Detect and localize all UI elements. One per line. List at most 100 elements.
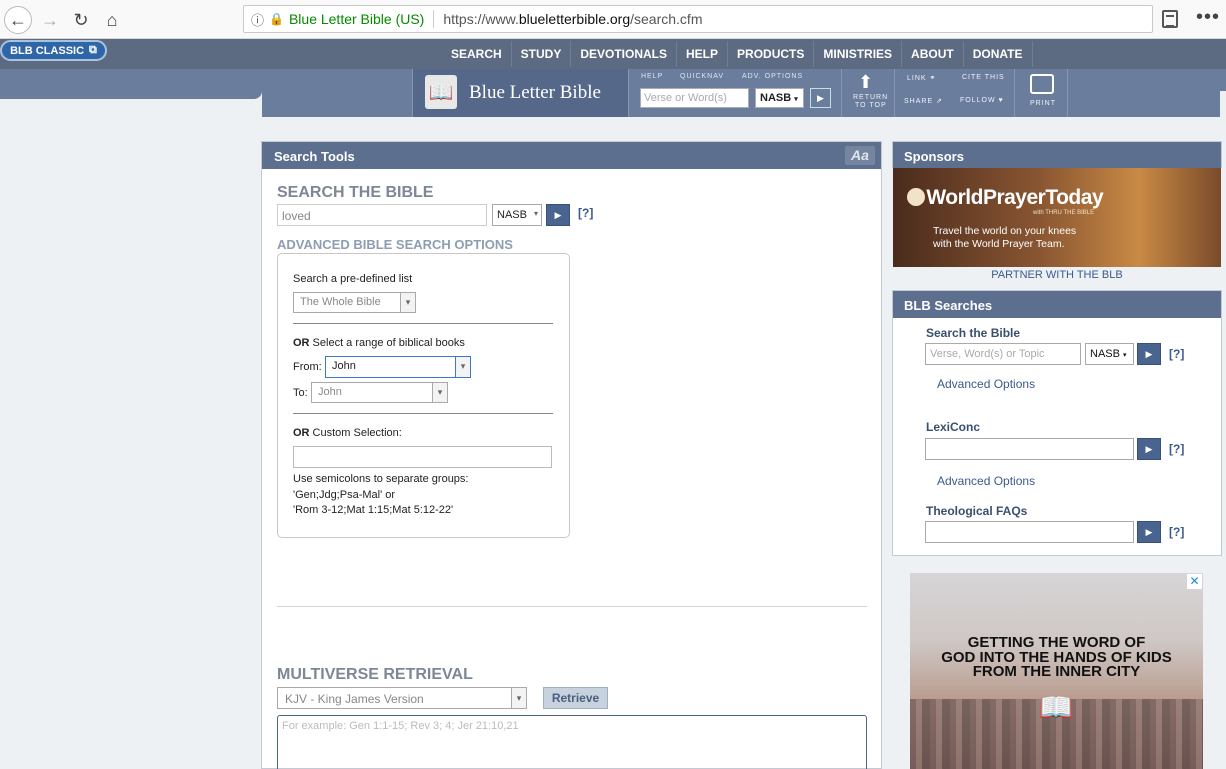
nav-ministries[interactable]: MINISTRIES bbox=[814, 41, 903, 67]
nav-products[interactable]: PRODUCTS bbox=[728, 41, 815, 67]
faq-label: Theological FAQs bbox=[926, 504, 1028, 518]
url-text[interactable]: https://www.blueletterbible.org/search.c… bbox=[443, 11, 702, 27]
banner-curve bbox=[0, 91, 262, 117]
link-button[interactable]: LINK ⚭ bbox=[907, 74, 936, 82]
search-tools-panel: Search Tools Aa SEARCH THE BIBLE loved N… bbox=[261, 141, 882, 769]
side-search-input[interactable]: Verse, Word(s) or Topic bbox=[925, 343, 1081, 365]
reader-view-icon[interactable] bbox=[1162, 10, 1178, 28]
divider bbox=[293, 323, 553, 324]
back-icon[interactable]: ← bbox=[4, 6, 32, 34]
bible-search-input[interactable]: loved bbox=[277, 204, 487, 226]
url-separator bbox=[433, 10, 435, 28]
custom-help-1: Use semicolons to separate groups: bbox=[293, 473, 469, 485]
home-icon[interactable]: ⌂ bbox=[98, 6, 126, 34]
search-help-link[interactable]: [?] bbox=[578, 206, 593, 220]
quick-search-go-button[interactable]: ▶ bbox=[810, 88, 831, 108]
faq-go-button[interactable]: ▶ bbox=[1137, 521, 1161, 543]
nav-donate[interactable]: DONATE bbox=[964, 41, 1033, 67]
nav-about[interactable]: ABOUT bbox=[902, 41, 964, 67]
close-icon[interactable]: ✕ bbox=[1187, 574, 1202, 589]
font-size-toggle[interactable]: Aa bbox=[845, 146, 875, 165]
sponsors-header: Sponsors bbox=[893, 142, 1221, 169]
more-menu-icon[interactable]: ••• bbox=[1196, 6, 1220, 29]
follow-button[interactable]: FOLLOW ♥ bbox=[960, 97, 1004, 104]
faq-input[interactable] bbox=[925, 521, 1134, 543]
search-tools-header: Search Tools Aa bbox=[262, 142, 881, 169]
top-label: TO TOP bbox=[855, 102, 887, 109]
from-book-select[interactable]: John ▾ bbox=[325, 356, 471, 378]
nav-search[interactable]: SEARCH bbox=[442, 41, 512, 67]
print-label: PRINT bbox=[1030, 100, 1056, 107]
qs-quicknav-link[interactable]: QUICKNAV bbox=[680, 73, 724, 80]
print-button[interactable]: PRINT bbox=[1016, 69, 1068, 117]
ad-small-text: with THRU THE BIBLE bbox=[1033, 210, 1095, 216]
search-go-button[interactable]: ▶ bbox=[546, 204, 570, 226]
bible-version-select[interactable]: NASB bbox=[492, 204, 542, 226]
search-bible-label: Search the Bible bbox=[926, 326, 1021, 340]
bible-logo-icon: 📖 bbox=[425, 75, 457, 109]
quick-version-select[interactable]: NASB ▾ bbox=[755, 88, 804, 108]
blb-classic-button[interactable]: BLB CLASSIC ⧉ bbox=[0, 40, 107, 61]
side-version-select[interactable]: NASB ▾ bbox=[1085, 343, 1134, 365]
predefined-list-select[interactable]: The Whole Bible ▾ bbox=[293, 292, 416, 313]
main-nav: SEARCH STUDY DEVOTIONALS HELP PRODUCTS M… bbox=[442, 41, 1033, 67]
lexiconc-help[interactable]: [?] bbox=[1169, 442, 1184, 456]
to-label: To: bbox=[293, 387, 308, 399]
world-prayer-today-ad[interactable]: WorldPrayerToday with THRU THE BIBLE Tra… bbox=[893, 168, 1221, 267]
divider bbox=[293, 413, 553, 414]
external-link-icon: ⧉ bbox=[89, 44, 97, 56]
forward-icon[interactable]: → bbox=[36, 6, 64, 34]
inner-city-kids-ad[interactable]: GETTING THE WORD OF GOD INTO THE HANDS OF… bbox=[910, 573, 1203, 769]
lexiconc-advanced-link[interactable]: Advanced Options bbox=[937, 474, 1035, 488]
multiverse-textarea[interactable]: For example: Gen 1:1-15; Rev 3; 4; Jer 2… bbox=[277, 715, 867, 769]
share-tools: LINK ⚭ CITE THIS SHARE ⇗ FOLLOW ♥ bbox=[896, 69, 1015, 117]
retrieve-button[interactable]: Retrieve bbox=[543, 687, 608, 709]
multiverse-version-select[interactable]: KJV - King James Version ▾ bbox=[277, 687, 527, 709]
partner-link[interactable]: PARTNER WITH THE BLB bbox=[893, 269, 1221, 281]
from-label: From: bbox=[293, 361, 322, 373]
lexiconc-go-button[interactable]: ▶ bbox=[1137, 438, 1161, 460]
side-search-help[interactable]: [?] bbox=[1169, 347, 1184, 361]
lock-icon: 🔒 bbox=[269, 12, 284, 26]
chevron-down-icon: ▾ bbox=[432, 383, 447, 402]
lexiconc-input[interactable] bbox=[925, 438, 1134, 460]
cite-button[interactable]: CITE THIS bbox=[962, 74, 1005, 81]
nav-study[interactable]: STUDY bbox=[512, 41, 572, 67]
custom-help-2: 'Gen;Jdg;Psa-Mal' or bbox=[293, 489, 396, 501]
faq-help[interactable]: [?] bbox=[1169, 525, 1184, 539]
qs-adv-options-link[interactable]: ADV. OPTIONS bbox=[742, 73, 803, 80]
ad-title: WorldPrayerToday bbox=[926, 186, 1104, 209]
quick-search-input[interactable]: Verse or Word(s) bbox=[640, 88, 749, 108]
info-icon[interactable]: ⓘ bbox=[251, 10, 269, 29]
site-identity: Blue Letter Bible (US) bbox=[288, 11, 425, 27]
share-button[interactable]: SHARE ⇗ bbox=[904, 97, 943, 105]
advanced-options-heading: ADVANCED BIBLE SEARCH OPTIONS bbox=[277, 237, 513, 252]
return-label: RETURN bbox=[853, 94, 889, 101]
section-divider bbox=[277, 606, 867, 607]
arrow-up-icon: ⬆ bbox=[858, 72, 874, 92]
to-book-select[interactable]: John ▾ bbox=[311, 382, 448, 403]
chevron-down-icon: ▾ bbox=[400, 293, 415, 312]
ad-subtitle: Travel the world on your knees with the W… bbox=[933, 225, 1077, 250]
custom-selection-input[interactable] bbox=[293, 446, 552, 468]
multiverse-heading: MULTIVERSE RETRIEVAL bbox=[277, 666, 473, 683]
address-bar[interactable]: ⓘ 🔒 Blue Letter Bible (US) https://www.b… bbox=[243, 5, 1153, 33]
custom-label: OR Custom Selection: bbox=[293, 427, 402, 439]
custom-help-3: 'Rom 3-12;Mat 1:15;Mat 5:12-22' bbox=[293, 504, 454, 516]
banner-edge bbox=[1220, 91, 1226, 117]
logo-text: Blue Letter Bible bbox=[469, 82, 601, 103]
reload-icon[interactable]: ↻ bbox=[67, 6, 95, 34]
nav-help[interactable]: HELP bbox=[677, 41, 729, 67]
return-to-top-button[interactable]: ⬆ RETURN TO TOP bbox=[843, 69, 895, 117]
site-logo[interactable]: 📖 Blue Letter Bible bbox=[412, 69, 629, 117]
quick-search: HELP QUICKNAV ADV. OPTIONS Verse or Word… bbox=[630, 69, 842, 117]
kids-ad-text: GETTING THE WORD OF GOD INTO THE HANDS OF… bbox=[941, 634, 1172, 680]
panel-title: Search Tools bbox=[274, 149, 355, 164]
qs-help-link[interactable]: HELP bbox=[641, 73, 663, 80]
search-bible-heading: SEARCH THE BIBLE bbox=[277, 184, 434, 201]
lexiconc-label: LexiConc bbox=[926, 420, 981, 434]
nav-devotionals[interactable]: DEVOTIONALS bbox=[571, 41, 678, 67]
side-advanced-link[interactable]: Advanced Options bbox=[937, 377, 1035, 391]
side-search-go-button[interactable]: ▶ bbox=[1137, 343, 1161, 365]
browser-toolbar: ← → ↻ ⌂ ⓘ 🔒 Blue Letter Bible (US) https… bbox=[0, 0, 1226, 39]
